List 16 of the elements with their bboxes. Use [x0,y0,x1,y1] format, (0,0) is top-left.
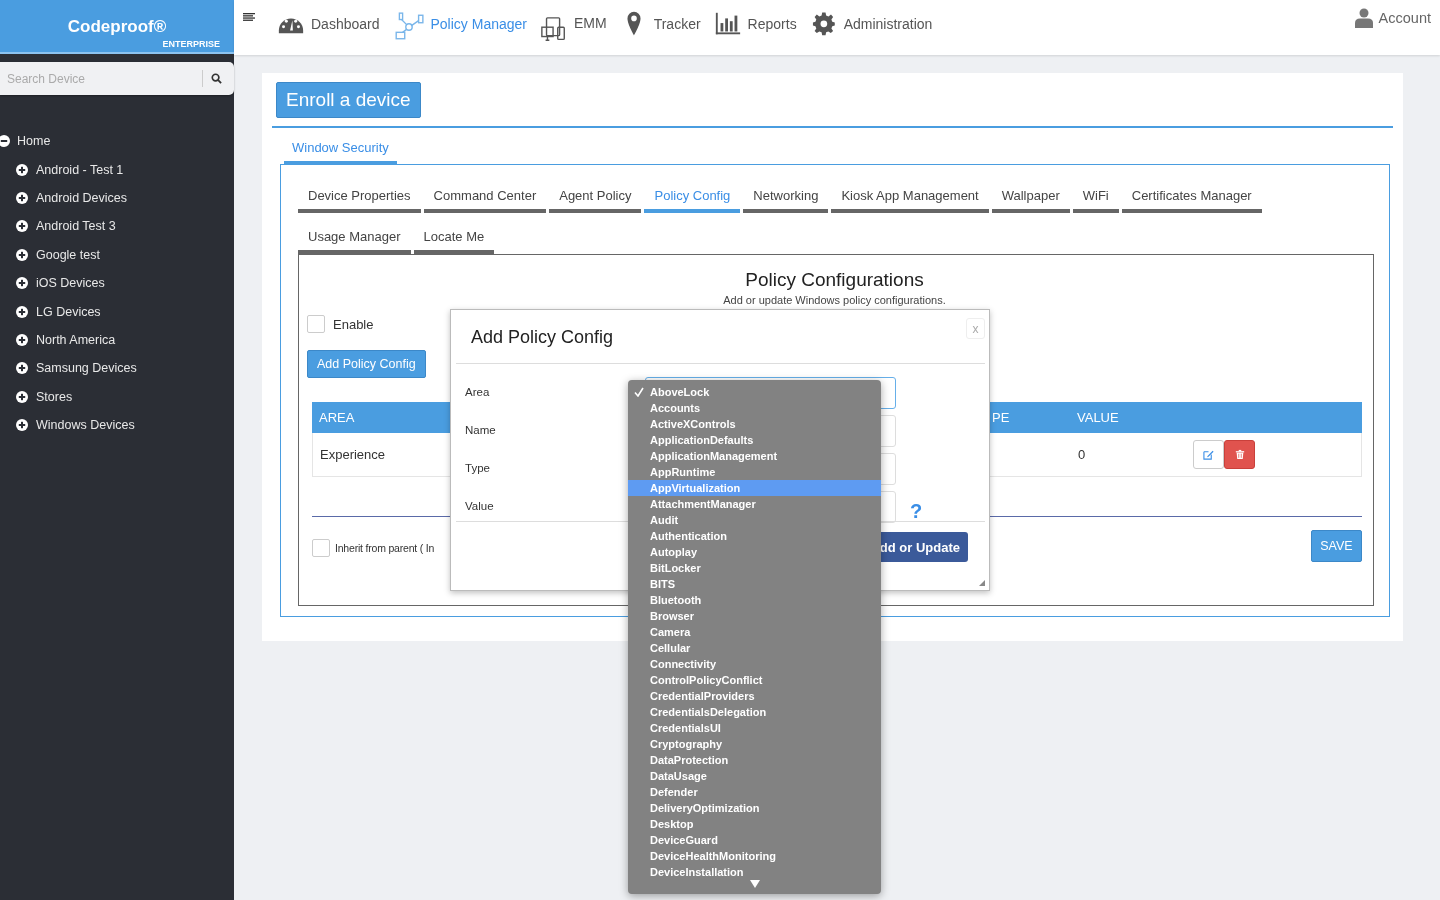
panel-title: Policy Configurations [744,269,925,291]
brand-edition: ENTERPRISE [162,39,220,49]
column-header: VALUE [1076,410,1120,425]
column-header: AREA [318,410,355,425]
field-label: Value [465,500,495,512]
table-cell-text: Experience [319,447,386,462]
field-label: Type [465,462,491,474]
column-header: PE [991,410,1011,425]
enable-label: Enable [333,316,374,332]
dialog-title: Add Policy Config [471,326,614,348]
field-label: Area [465,386,491,398]
field-label: Name [465,424,497,436]
inherit-label: Inherit from parent ( In [335,542,435,554]
brand-name: Codeproof® [67,17,167,37]
panel-subtitle: Add or update Windows policy configurations. [722,294,947,306]
table-cell-text: 0 [1077,447,1087,462]
